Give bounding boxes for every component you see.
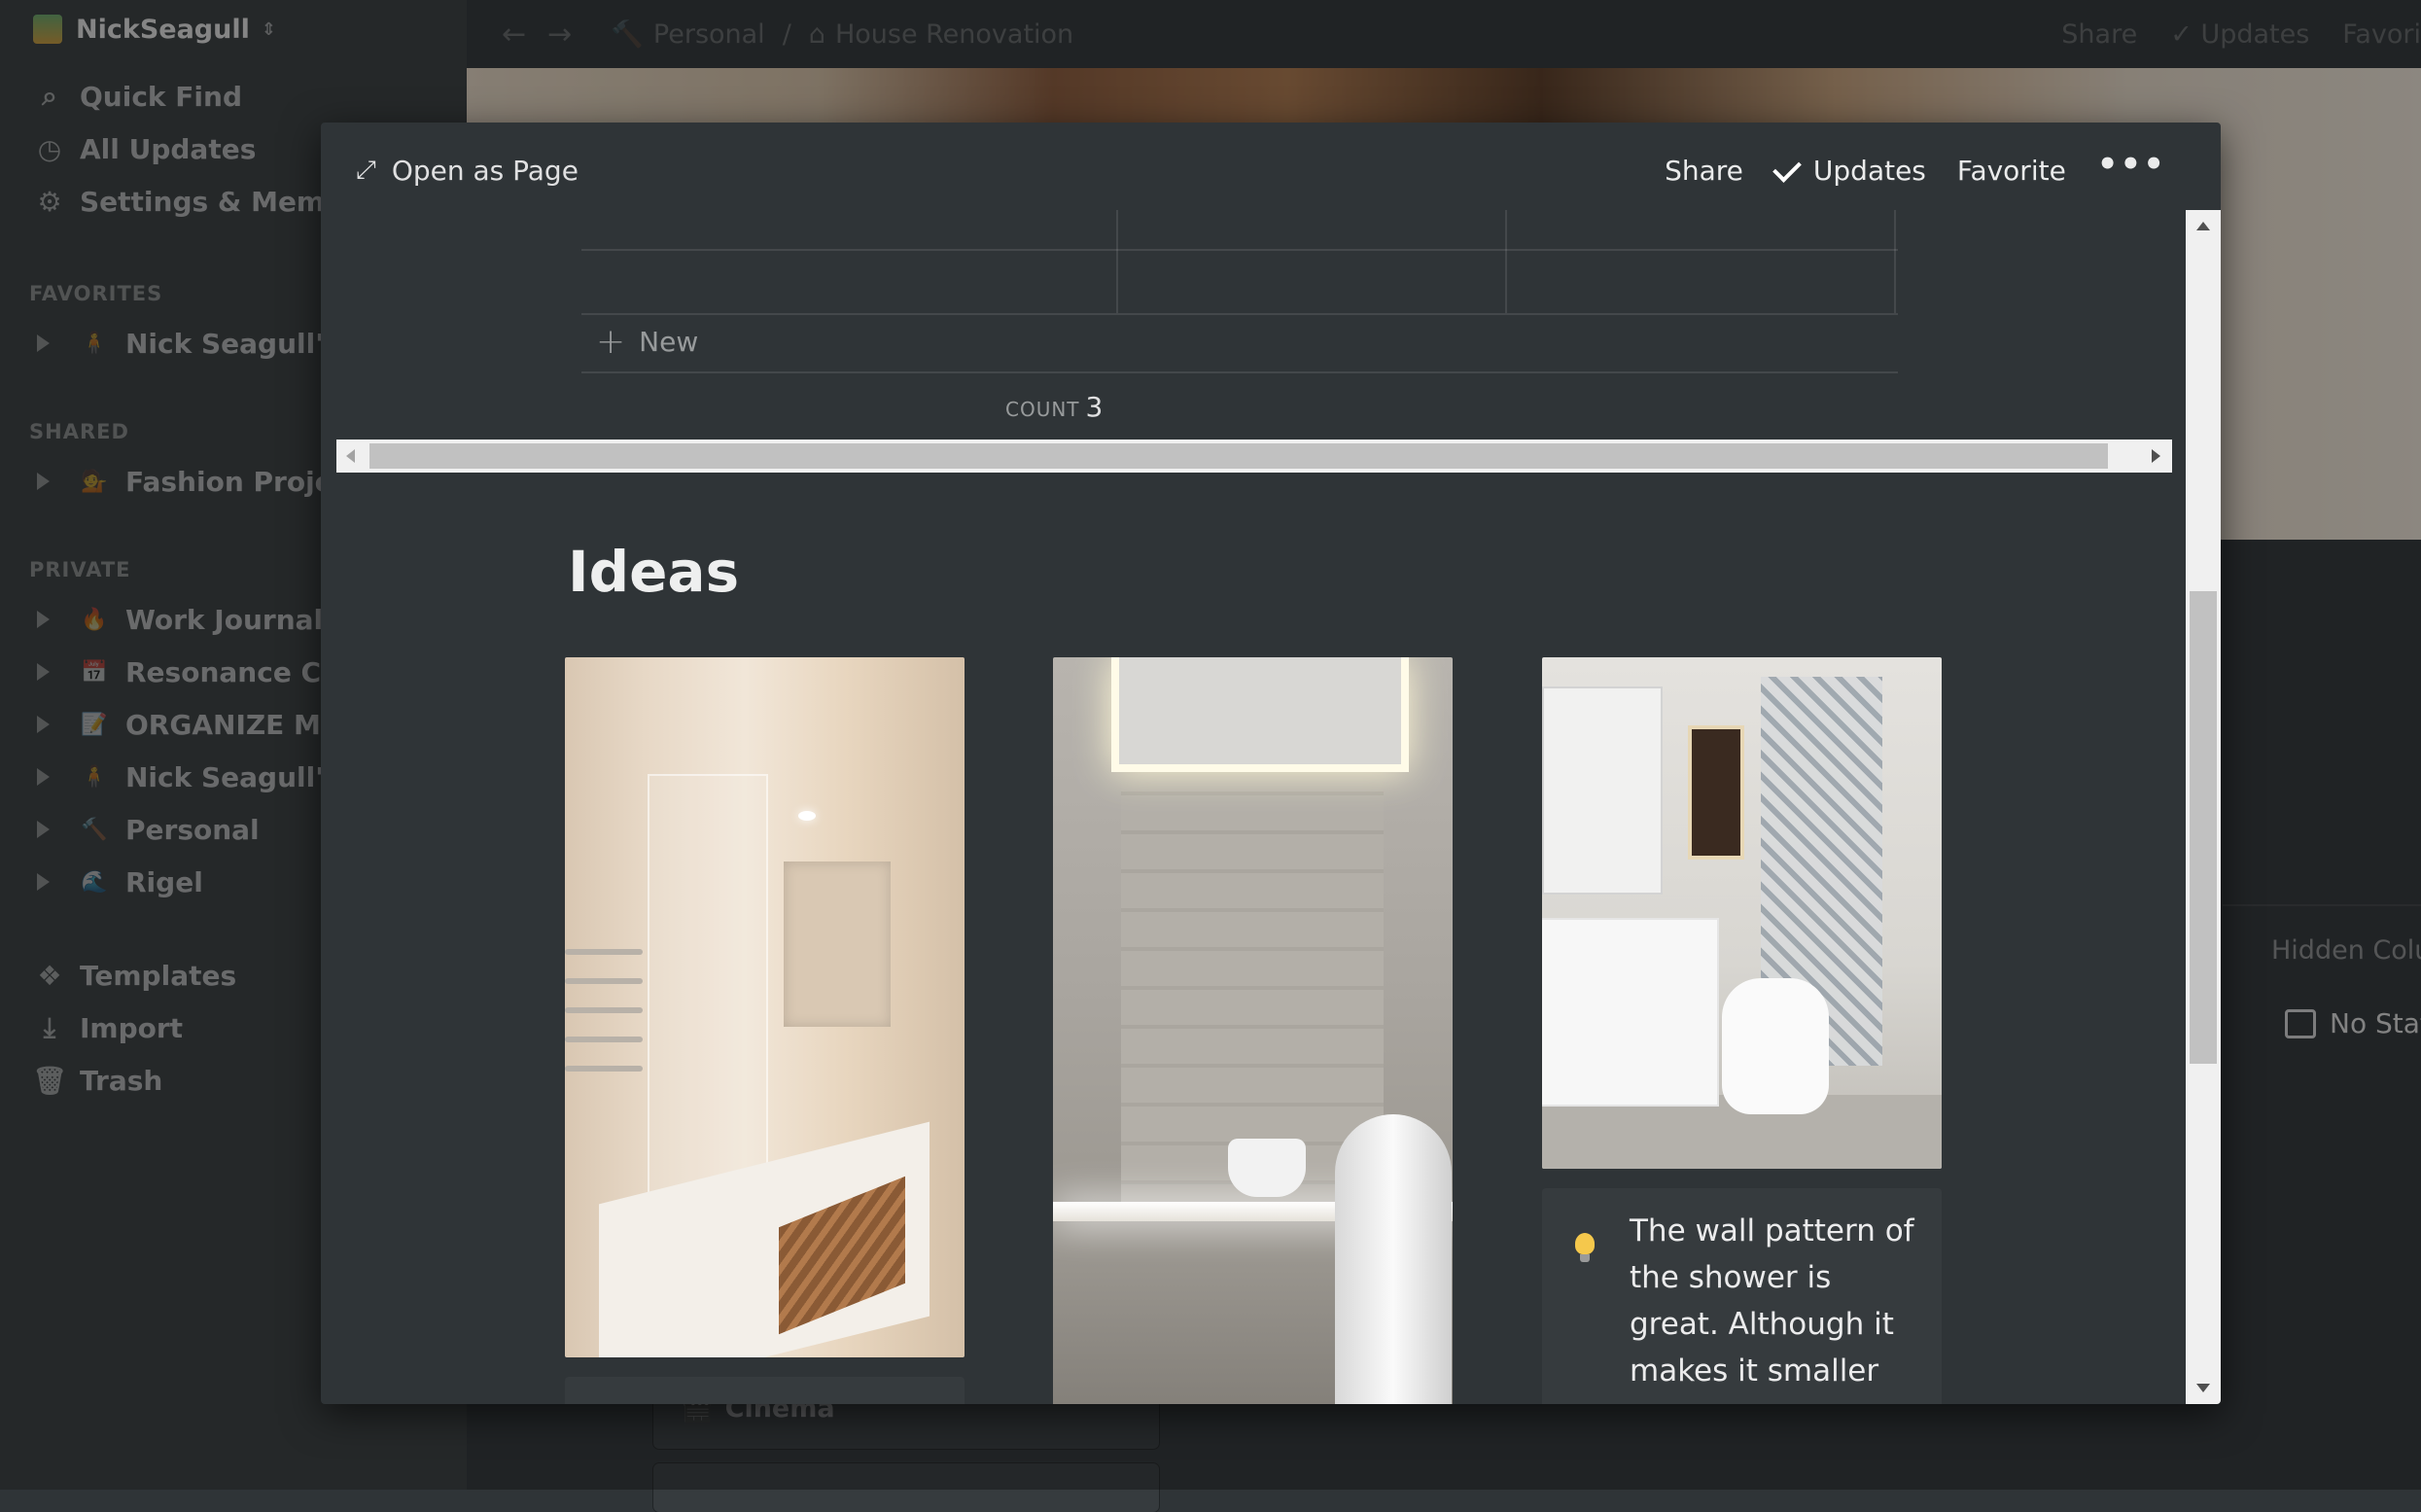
section-heading: Ideas [568,539,740,605]
ceiling-light [798,811,816,821]
expand-diagonal-icon: ⤢ [356,155,376,185]
modal-actions: Share Updates Favorite ••• [1633,145,2166,193]
page-peek-modal: ⤢ Open as Page Share Updates Favorite ••… [321,123,2221,1404]
scroll-up-arrow-icon[interactable] [2196,222,2210,230]
wall-picture [1688,725,1744,860]
towel-rail [565,1066,643,1072]
updates-label: Updates [1812,154,1926,187]
idea-image-bathroom-lighting[interactable] [1053,657,1453,1404]
favorite-button[interactable]: Favorite [1957,155,2066,187]
horizontal-scrollbar[interactable] [336,440,2172,473]
table-row-border [581,249,1898,251]
table-column-border [1505,210,1507,313]
updates-button[interactable]: Updates [1772,153,1926,187]
open-as-page-button[interactable]: ⤢ Open as Page [356,148,579,193]
plus-icon: + [596,321,626,362]
new-row-label: New [639,325,699,358]
open-as-page-label: Open as Page [391,154,579,187]
wall-niche [784,861,891,1027]
new-row-button[interactable]: + New [596,317,698,366]
check-icon [1772,153,1802,183]
callout-block[interactable]: The wall pattern of the shower is great.… [1542,1188,1942,1404]
table-row-border [581,313,1898,315]
towel-rail [565,949,643,955]
scrollbar-thumb[interactable] [2190,591,2217,1064]
modal-content: + New COUNT 3 Ideas The wall pattern of … [321,210,2186,1404]
idea-image-shower[interactable] [565,657,965,1357]
count-value: 3 [1085,391,1104,423]
scroll-left-arrow-icon[interactable] [346,449,355,463]
towel-rail [565,978,643,984]
table-column-border [1894,210,1896,313]
towel-rail [565,1007,643,1013]
toilet [1228,1139,1306,1197]
table-row-border [581,371,1898,373]
share-button[interactable]: Share [1665,155,1743,187]
lightbulb-icon [1575,1233,1595,1262]
more-options-icon[interactable]: ••• [2097,145,2166,184]
mirror [1542,686,1663,895]
scrollbar-thumb[interactable] [369,443,2108,469]
ceiling-light [1111,657,1409,772]
scroll-right-arrow-icon[interactable] [2152,449,2160,463]
count-label: COUNT [1005,398,1080,421]
gallery-card-footer[interactable] [565,1377,965,1404]
towel-rail [565,1037,643,1042]
vertical-scrollbar[interactable] [2186,210,2221,1404]
toilet [1722,978,1829,1114]
table-column-border [1116,210,1118,313]
idea-image-tiled-bathroom[interactable] [1542,657,1942,1169]
vanity [1542,920,1717,1105]
scroll-down-arrow-icon[interactable] [2196,1384,2210,1392]
pedestal-sink [1335,1114,1452,1404]
callout-text[interactable]: The wall pattern of the shower is great.… [1630,1208,1921,1394]
count-aggregate[interactable]: COUNT 3 [1005,391,1103,423]
